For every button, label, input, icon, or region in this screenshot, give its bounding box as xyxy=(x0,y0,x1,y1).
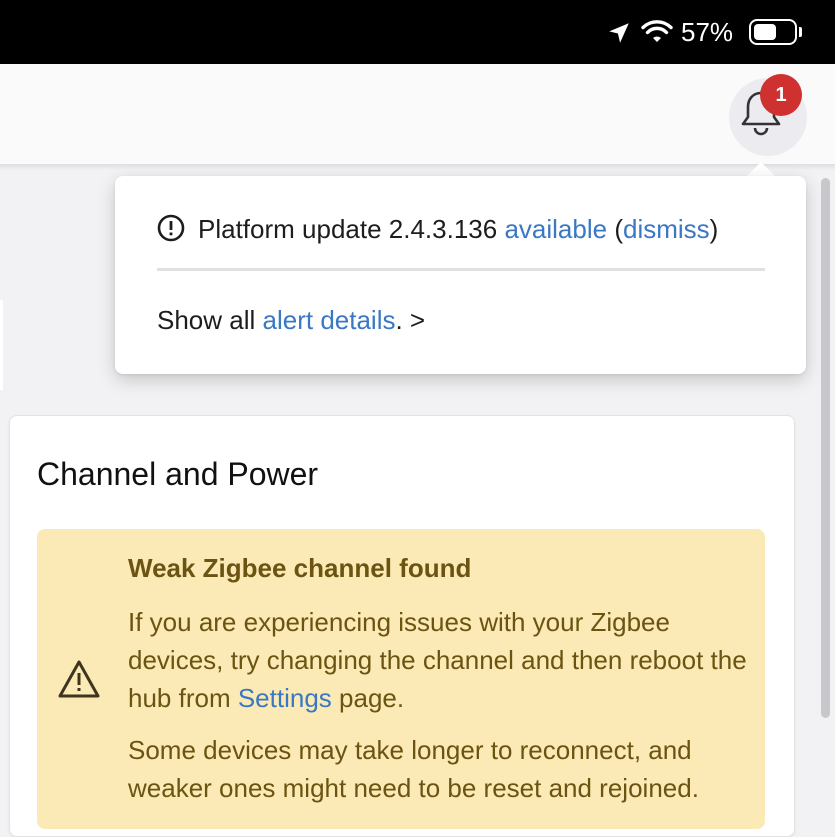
scrollbar[interactable] xyxy=(821,178,830,718)
show-all-text: Show all xyxy=(157,305,256,335)
battery-level xyxy=(754,24,776,40)
card-title: Channel and Power xyxy=(37,456,319,492)
header-shadow xyxy=(0,164,835,170)
warning-paragraph-2: Some devices may take longer to reconnec… xyxy=(128,735,699,803)
warning-body: If you are experiencing issues with your… xyxy=(128,603,758,821)
warning-text-end: page. xyxy=(339,683,405,713)
notification-badge: 1 xyxy=(760,74,802,116)
app-header xyxy=(0,64,835,164)
exclamation-circle-icon xyxy=(157,214,185,242)
alert-text: Platform update 2.4.3.136 xyxy=(198,214,498,244)
status-bar: 57% xyxy=(0,0,835,64)
channel-power-card: Channel and Power Weak Zigbee channel fo… xyxy=(9,415,795,837)
paren-close: ) xyxy=(709,214,719,244)
paren-open: ( xyxy=(614,214,623,244)
warning-text: If you are experiencing issues with your… xyxy=(128,607,747,713)
dismiss-link[interactable]: dismiss xyxy=(623,214,710,244)
show-all-alerts: Show all alert details. > xyxy=(157,305,425,335)
show-all-suffix: . > xyxy=(395,305,426,335)
warning-title: Weak Zigbee channel found xyxy=(128,553,472,583)
battery-icon xyxy=(749,19,797,45)
settings-link[interactable]: Settings xyxy=(238,683,332,713)
platform-update-alert: Platform update 2.4.3.136 available (dis… xyxy=(157,214,718,244)
warning-paragraph-1: If you are experiencing issues with your… xyxy=(128,603,758,717)
popover-divider xyxy=(157,268,765,271)
available-link[interactable]: available xyxy=(504,214,607,244)
weak-channel-warning: Weak Zigbee channel found If you are exp… xyxy=(37,529,765,829)
battery-percent: 57% xyxy=(681,17,734,47)
notifications-popover: Platform update 2.4.3.136 available (dis… xyxy=(115,176,806,374)
warning-triangle-icon xyxy=(58,660,100,698)
wifi-icon xyxy=(641,20,673,42)
left-panel-edge xyxy=(0,300,3,390)
alert-details-link[interactable]: alert details xyxy=(263,305,396,335)
battery-nub xyxy=(799,27,802,37)
location-arrow-icon xyxy=(609,23,629,43)
